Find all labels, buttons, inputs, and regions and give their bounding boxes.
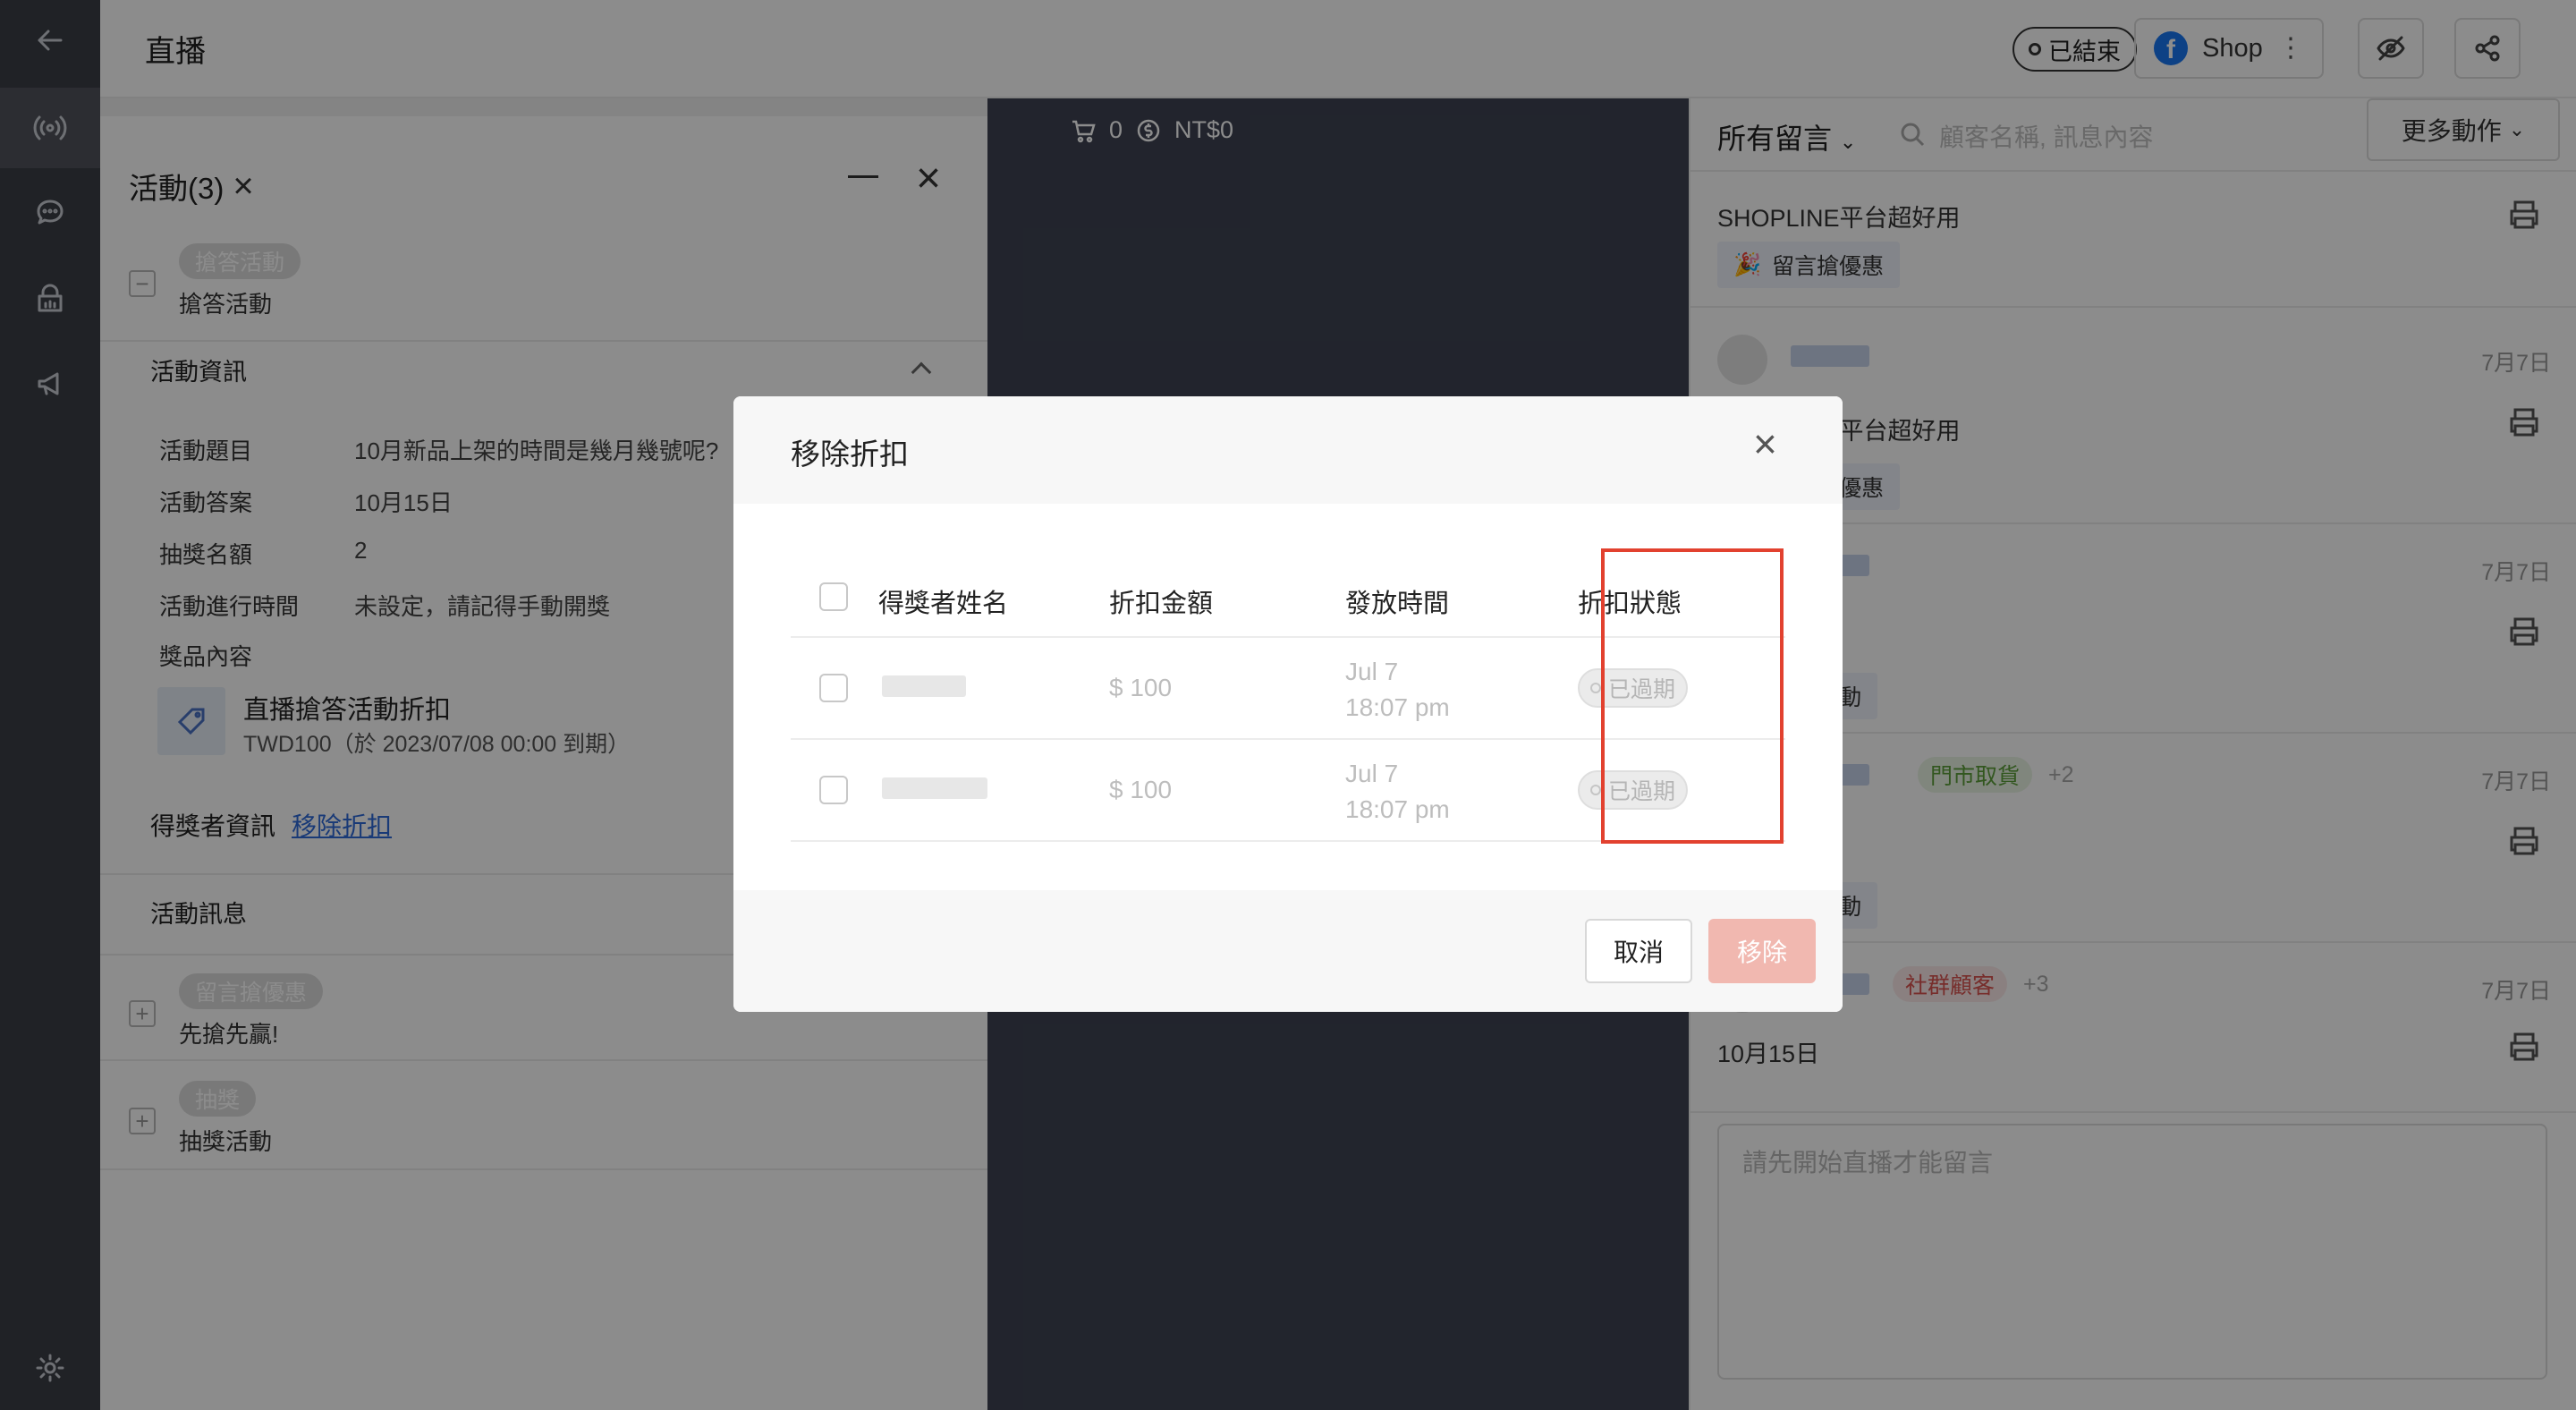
close-icon[interactable]: × [1753,423,1777,464]
modal-footer: 取消 移除 [733,890,1843,1012]
discount-amount: $ 100 [1109,674,1173,701]
discount-amount: $ 100 [1109,776,1173,803]
winner-name-redacted [882,675,966,697]
cancel-button[interactable]: 取消 [1585,919,1692,983]
issue-time: Jul 7 18:07 pm [1345,658,1450,721]
remove-button[interactable]: 移除 [1708,919,1816,983]
modal-header: 移除折扣 × [733,396,1843,504]
issue-time: Jul 7 18:07 pm [1345,760,1450,823]
row-checkbox[interactable] [819,674,848,702]
remove-discount-modal: 移除折扣 × 得獎者姓名 折扣金額 發放時間 折扣狀態 $ 100 Jul 7 … [733,396,1843,1012]
column-header-issue-time: 發放時間 [1345,590,1450,618]
select-all-checkbox[interactable] [819,582,848,611]
status-dot-icon [1590,785,1601,795]
row-checkbox[interactable] [819,776,848,804]
status-dot-icon [1590,683,1601,693]
winner-name-redacted [882,777,987,799]
column-header-winner-name: 得獎者姓名 [878,590,1009,618]
status-column-highlight [1601,548,1784,844]
modal-title: 移除折扣 [791,437,909,471]
column-header-discount-amount: 折扣金額 [1109,590,1214,618]
